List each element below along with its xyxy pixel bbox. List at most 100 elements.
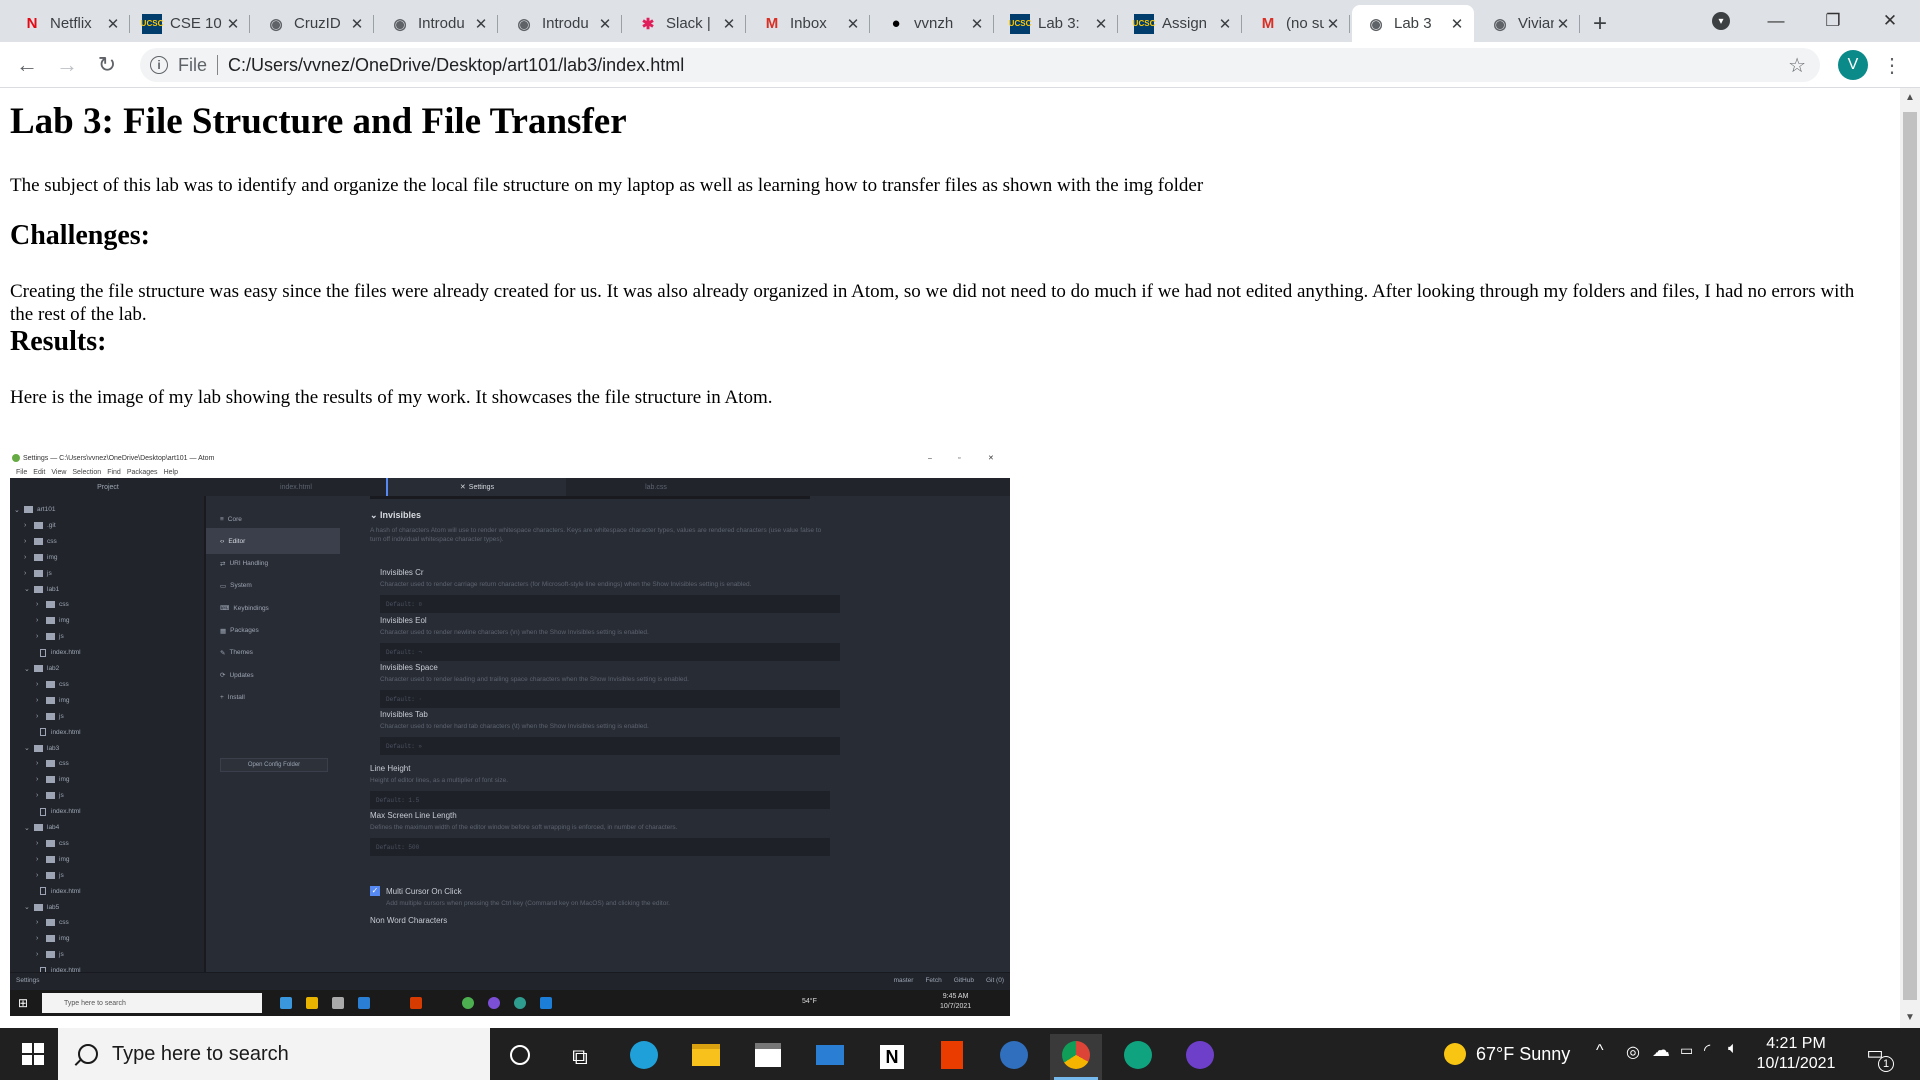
atom-settings-nav-label: URI Handling bbox=[229, 560, 269, 568]
folder-icon bbox=[34, 903, 43, 911]
onedrive-icon[interactable]: ☁ bbox=[1652, 1040, 1670, 1061]
tab-separator bbox=[745, 15, 746, 33]
tab-close-icon[interactable]: ✕ bbox=[968, 15, 986, 33]
browser-tab[interactable]: ◉ Introdu ✕ bbox=[500, 5, 622, 42]
atom-tree-label: js bbox=[47, 569, 52, 577]
plus-icon: + bbox=[220, 693, 224, 701]
meet-now-icon[interactable]: ◎ bbox=[1626, 1042, 1640, 1062]
atom-tree-label: img bbox=[59, 696, 70, 704]
folder-icon bbox=[34, 585, 43, 593]
browser-tab[interactable]: ✱ Slack | ✕ bbox=[624, 5, 746, 42]
atom-settings-nav-label: Themes bbox=[229, 649, 253, 657]
tab-close-icon[interactable]: ✕ bbox=[1092, 15, 1110, 33]
browser-tab[interactable]: ● vvnzh ✕ bbox=[872, 5, 994, 42]
browser-tab[interactable]: ◉ CruzID ✕ bbox=[252, 5, 374, 42]
taskbar-app-edge[interactable] bbox=[618, 1034, 670, 1080]
profile-avatar[interactable]: V bbox=[1838, 50, 1868, 80]
browser-tab[interactable]: M Inbox ✕ bbox=[748, 5, 870, 42]
tab-close-icon[interactable]: ✕ bbox=[596, 15, 614, 33]
browser-tab[interactable]: UCSC CSE 10 ✕ bbox=[128, 5, 250, 42]
chevron-down-icon: ⌄ bbox=[24, 904, 30, 911]
forward-button[interactable]: → bbox=[52, 50, 82, 80]
atom-setting-desc: Character used to render leading and tra… bbox=[380, 676, 689, 683]
vpn-icon bbox=[1000, 1040, 1028, 1074]
atom-screenshot-image: Settings — C:\Users\vvnez\OneDrive\Deskt… bbox=[10, 450, 1010, 1028]
chevron-down-icon: ⌄ bbox=[24, 745, 30, 752]
taskbar-app-notion[interactable]: N bbox=[866, 1034, 918, 1080]
scrollbar-thumb[interactable] bbox=[1903, 112, 1917, 1000]
atom-setting-name: Max Screen Line Length bbox=[370, 811, 457, 820]
atom-tree-item: index.html bbox=[40, 725, 81, 740]
reload-button[interactable]: ↻ bbox=[92, 50, 122, 80]
url-scheme: File bbox=[178, 54, 208, 75]
address-bar[interactable]: i File C:/Users/vvnez/OneDrive/Desktop/a… bbox=[140, 48, 1820, 82]
atom-tree-item: › css bbox=[36, 677, 69, 692]
info-icon[interactable]: i bbox=[150, 56, 168, 74]
atom-checkbox-setting: ✓ Multi Cursor On Click bbox=[370, 886, 462, 896]
taskbar-app-office[interactable] bbox=[926, 1034, 978, 1080]
taskbar-app-store[interactable] bbox=[742, 1034, 794, 1080]
taskbar-search-box[interactable]: Type here to search bbox=[58, 1028, 490, 1080]
cortana-icon bbox=[510, 1044, 530, 1070]
tab-close-icon[interactable]: ✕ bbox=[844, 15, 862, 33]
update-icon: ⟳ bbox=[220, 672, 226, 680]
url-text[interactable]: C:/Users/vvnez/OneDrive/Desktop/art101/l… bbox=[228, 55, 684, 76]
browser-tab[interactable]: ◉ Lab 3 ✕ bbox=[1352, 5, 1474, 42]
atom-settings-nav-label: Core bbox=[227, 515, 242, 523]
tab-close-icon[interactable]: ✕ bbox=[1216, 15, 1234, 33]
tab-close-icon[interactable]: ✕ bbox=[348, 15, 366, 33]
tab-close-icon[interactable]: ✕ bbox=[1554, 15, 1572, 33]
atom-tree-label: css bbox=[59, 760, 69, 768]
back-button[interactable]: ← bbox=[12, 50, 42, 80]
battery-icon[interactable]: ▭ bbox=[1680, 1042, 1693, 1059]
close-window-button[interactable]: ✕ bbox=[1866, 0, 1914, 42]
tab-close-icon[interactable]: ✕ bbox=[224, 15, 242, 33]
page-scrollbar[interactable]: ▲ ▼ bbox=[1900, 88, 1920, 1028]
tab-close-icon[interactable]: ✕ bbox=[104, 15, 122, 33]
taskbar-app-file-explorer[interactable] bbox=[680, 1034, 732, 1080]
scroll-down-arrow-icon[interactable]: ▼ bbox=[1905, 1012, 1915, 1023]
file-explorer-icon bbox=[692, 1043, 720, 1071]
browser-tab[interactable]: M (no su ✕ bbox=[1244, 5, 1350, 42]
atom-menu-bar: File Edit View Selection Find Packages Help bbox=[10, 466, 1010, 478]
taskbar-app-mail[interactable] bbox=[804, 1034, 856, 1080]
browser-tab[interactable]: UCSC Assign ✕ bbox=[1120, 5, 1242, 42]
taskbar-clock[interactable]: 4:21 PM 10/11/2021 bbox=[1736, 1034, 1856, 1074]
taskbar-app-cortana[interactable] bbox=[494, 1034, 546, 1080]
taskbar-app-task-view[interactable]: ⧉ bbox=[554, 1034, 606, 1080]
tab-title: vvnzh bbox=[914, 15, 954, 32]
taskbar-app-chrome[interactable] bbox=[1050, 1034, 1102, 1080]
atom-tree-item: › img bbox=[36, 852, 69, 867]
chevron-right-icon: › bbox=[36, 712, 39, 720]
wifi-icon[interactable]: ◜ bbox=[1704, 1040, 1710, 1060]
bookmark-star-icon[interactable]: ☆ bbox=[1788, 53, 1806, 78]
restore-button[interactable]: ❐ bbox=[1809, 0, 1857, 42]
minimize-button[interactable]: — bbox=[1752, 0, 1800, 42]
browser-tab[interactable]: N Netflix ✕ bbox=[8, 5, 130, 42]
start-button[interactable] bbox=[8, 1028, 58, 1080]
windows-taskbar: Type here to search ⧉ N 67°F Sunny ^ ◎ ☁ … bbox=[0, 1028, 1920, 1080]
weather-text[interactable]: 67°F Sunny bbox=[1476, 1044, 1570, 1065]
browser-tab[interactable]: ◉ Introdu ✕ bbox=[376, 5, 498, 42]
tab-search-icon[interactable]: ▾ bbox=[1712, 12, 1730, 30]
taskbar-app-github-desktop[interactable] bbox=[1174, 1034, 1226, 1080]
sun-icon[interactable] bbox=[1444, 1043, 1466, 1065]
browser-tab[interactable]: ◉ Vivian✕ bbox=[1476, 5, 1580, 42]
browser-tab[interactable]: UCSC Lab 3: ✕ bbox=[996, 5, 1118, 42]
tab-close-icon[interactable]: ✕ bbox=[1324, 15, 1342, 33]
system-icon: ▭ bbox=[220, 582, 227, 590]
new-tab-button[interactable]: + bbox=[1580, 5, 1620, 42]
tray-chevron-up-icon[interactable]: ^ bbox=[1596, 1042, 1604, 1060]
taskbar-app-chatgpt[interactable] bbox=[1112, 1034, 1164, 1080]
atom-tree-label: img bbox=[59, 776, 70, 784]
taskbar-app-vpn[interactable] bbox=[988, 1034, 1040, 1080]
tab-title: (no su bbox=[1286, 15, 1324, 32]
atom-setting-name: Invisibles Cr bbox=[380, 568, 424, 577]
page-title: Lab 3: File Structure and File Transfer bbox=[10, 101, 627, 142]
scroll-up-arrow-icon[interactable]: ▲ bbox=[1905, 92, 1915, 103]
tab-separator bbox=[373, 15, 374, 33]
tab-close-icon[interactable]: ✕ bbox=[472, 15, 490, 33]
tab-close-icon[interactable]: ✕ bbox=[720, 15, 738, 33]
kebab-menu-icon[interactable]: ⋮ bbox=[1882, 50, 1902, 80]
tab-close-icon[interactable]: ✕ bbox=[1448, 15, 1466, 33]
